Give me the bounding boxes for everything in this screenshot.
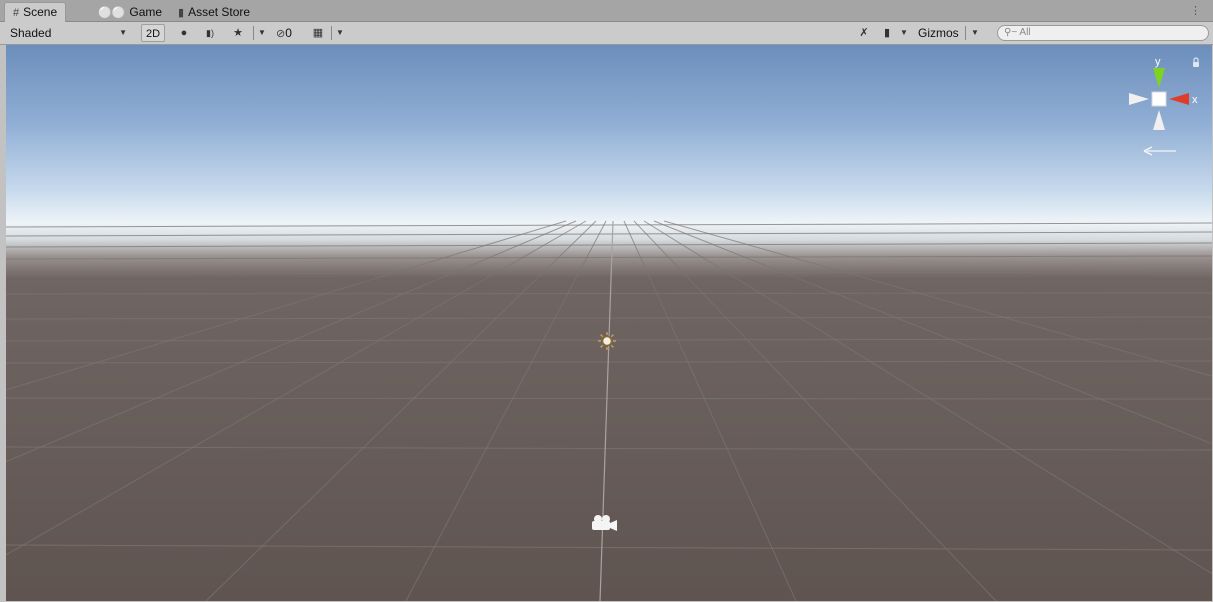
gizmos-dropdown-icon[interactable]: ▼ bbox=[969, 24, 981, 42]
scene-visibility-toggle[interactable]: ⊘0 bbox=[276, 24, 306, 42]
search-icon: ⚲~ bbox=[1004, 27, 1018, 38]
2d-toggle-button[interactable]: 2D bbox=[141, 24, 165, 42]
draw-mode-dropdown[interactable]: Shaded ▼ bbox=[6, 24, 133, 42]
tab-asset-store[interactable]: ▮ Asset Store bbox=[170, 3, 258, 22]
hash-icon: # bbox=[13, 7, 20, 19]
camera-dropdown-icon[interactable]: ▼ bbox=[898, 24, 910, 42]
grid-vertical-lines bbox=[6, 220, 1212, 601]
draw-mode-label: Shaded bbox=[10, 26, 52, 40]
scene-grid: y x bbox=[6, 56, 1212, 601]
effects-toggle-icon[interactable]: ★ bbox=[229, 24, 247, 42]
x-axis-label: x bbox=[1192, 94, 1198, 106]
scene-toolbar: Shaded ▼ 2D ● ▮) ★ ▼ ⊘0 ▦ ▼ ✗ ▮ ▼ Gizmos… bbox=[0, 22, 1213, 45]
tools-icon[interactable]: ✗ bbox=[856, 24, 872, 42]
hidden-objects-icon: ⊘ bbox=[276, 28, 286, 40]
x-axis-cone[interactable] bbox=[1169, 93, 1189, 105]
grid-horizontal-lines bbox=[6, 222, 1212, 551]
y-axis-label: y bbox=[1155, 56, 1161, 68]
tab-scene-label: Scene bbox=[23, 5, 58, 19]
grid-dropdown-icon[interactable]: ▼ bbox=[334, 24, 346, 42]
search-input[interactable]: ⚲~ All bbox=[997, 25, 1209, 41]
gizmos-button[interactable]: Gizmos bbox=[918, 24, 968, 42]
perspective-label-icon[interactable] bbox=[1143, 146, 1176, 156]
lock-icon[interactable] bbox=[1193, 57, 1199, 67]
orientation-gizmo[interactable]: y x bbox=[1129, 56, 1199, 156]
audio-toggle-icon[interactable]: ▮) bbox=[201, 24, 219, 42]
search-placeholder: All bbox=[1019, 27, 1031, 38]
neg-y-axis-cone[interactable] bbox=[1153, 110, 1165, 130]
grid-axis-line bbox=[599, 220, 614, 601]
tab-game-label: Game bbox=[129, 5, 163, 19]
scene-viewport[interactable]: y x bbox=[6, 45, 1212, 601]
divider bbox=[331, 26, 332, 40]
lighting-toggle-icon[interactable]: ● bbox=[175, 24, 193, 42]
divider bbox=[965, 26, 966, 40]
hidden-objects-count: 0 bbox=[285, 26, 292, 40]
tab-asset-store-label: Asset Store bbox=[188, 5, 251, 19]
camera-icon[interactable] bbox=[592, 515, 617, 531]
effects-dropdown-icon[interactable]: ▼ bbox=[256, 24, 268, 42]
directional-light-icon[interactable] bbox=[598, 332, 616, 350]
tab-bar: # Scene ⚪⚪ Game ▮ Asset Store ⋮ bbox=[0, 0, 1213, 23]
more-options-icon[interactable]: ⋮ bbox=[1190, 4, 1201, 17]
divider bbox=[253, 26, 254, 40]
neg-x-axis-cone[interactable] bbox=[1129, 93, 1149, 105]
gizmo-center-cube[interactable] bbox=[1151, 91, 1167, 107]
gamepad-icon: ⚪⚪ bbox=[98, 7, 126, 19]
tab-game[interactable]: ⚪⚪ Game bbox=[90, 3, 170, 22]
shopping-bag-icon: ▮ bbox=[178, 7, 185, 19]
grid-toggle-icon[interactable]: ▦ bbox=[309, 24, 327, 42]
y-axis-cone[interactable] bbox=[1153, 68, 1165, 88]
camera-settings-icon[interactable]: ▮ bbox=[880, 24, 894, 42]
chevron-down-icon: ▼ bbox=[119, 28, 127, 37]
tab-scene[interactable]: # Scene bbox=[4, 2, 67, 23]
